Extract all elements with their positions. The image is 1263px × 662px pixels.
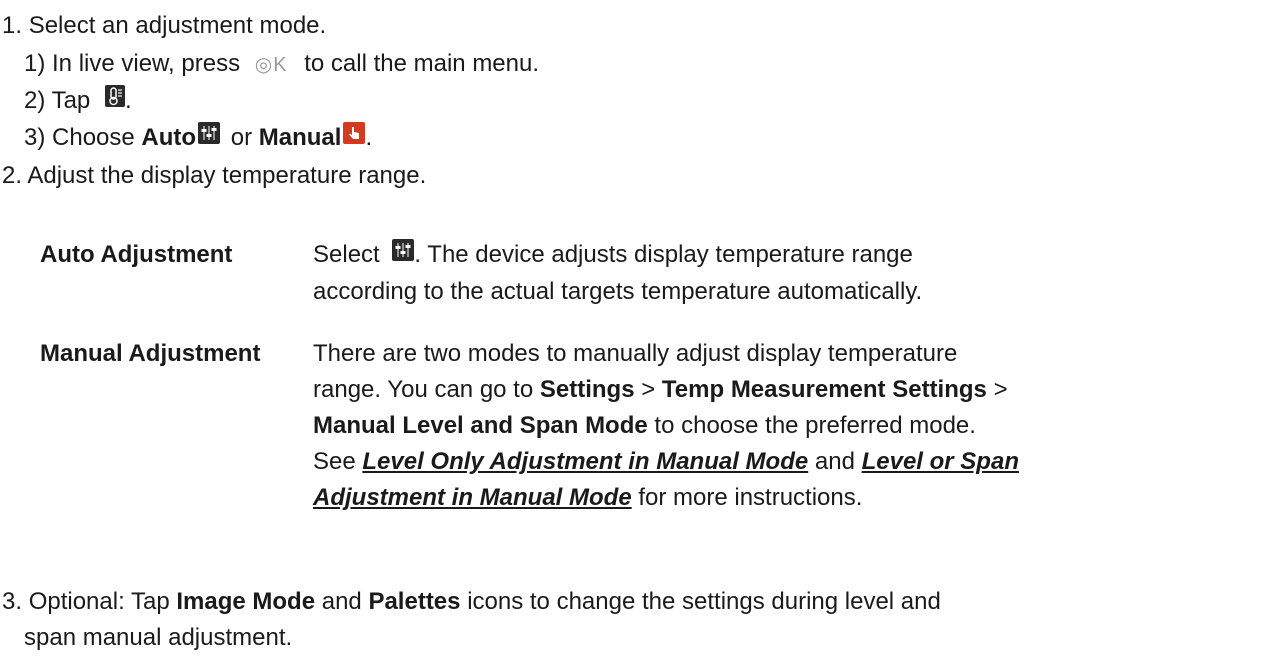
step-1-text: Select an adjustment mode. — [28, 12, 327, 39]
step-1-3: 3) Choose Auto or Manual . — [24, 120, 372, 157]
step-3-and: and — [321, 588, 362, 615]
step-1-1-suffix: to call the main menu. — [304, 50, 540, 77]
manual-adjust-icon — [343, 119, 366, 155]
step-1-number: 1. — [2, 12, 23, 39]
step-2-text: Adjust the display temperature range. — [27, 162, 427, 189]
step-3-continuation: span manual adjustment. — [24, 624, 293, 651]
palettes-ref: Palettes — [368, 588, 461, 615]
manual-label: Manual — [258, 124, 342, 151]
level-or-span-adjustment-link[interactable]: Level or Span — [862, 448, 1019, 475]
manual-desc-line-5: Adjustment in Manual Mode for more instr… — [313, 480, 1243, 516]
step-3-number: 3. — [2, 588, 23, 615]
step-3-text-b: icons to change the settings during leve… — [467, 588, 941, 615]
step-1: 1. Select an adjustment mode. — [2, 8, 326, 44]
breadcrumb-separator: > — [993, 376, 1008, 403]
manual-desc-line-2: range. You can go to Settings > Temp Mea… — [313, 372, 1243, 408]
auto-label: Auto — [141, 124, 197, 151]
auto-adjustment-label: Auto Adjustment — [40, 241, 233, 268]
auto-select-text: Select — [313, 241, 380, 268]
level-or-span-adjustment-link-cont[interactable]: Adjustment in Manual Mode — [313, 484, 632, 511]
manual-desc-text-5b: for more instructions. — [638, 484, 863, 511]
temperature-icon — [104, 82, 125, 118]
ok-button-icon: ◎K — [254, 54, 288, 76]
level-only-adjustment-link[interactable]: Level Only Adjustment in Manual Mode — [362, 448, 808, 475]
and-text: and — [814, 448, 855, 475]
step-1-2-suffix: . — [124, 87, 132, 114]
step-1-1-prefix: 1) In live view, press — [24, 50, 241, 77]
step-3: 3. Optional: Tap Image Mode and Palettes… — [2, 584, 941, 620]
manual-desc-text-3b: to choose the preferred mode. — [654, 412, 976, 439]
step-3-text-a: Optional: Tap — [28, 588, 170, 615]
image-mode-ref: Image Mode — [176, 588, 316, 615]
step-1-3-suffix: . — [365, 124, 373, 151]
auto-adjust-icon — [198, 119, 221, 155]
auto-adjust-icon — [392, 236, 415, 272]
auto-desc-text-1: . The device adjusts display temperature… — [414, 241, 913, 268]
step-1-2: 2) Tap . — [24, 83, 132, 120]
manual-adjustment-label: Manual Adjustment — [40, 340, 261, 367]
manual-desc-line-4: See Level Only Adjustment in Manual Mode… — [313, 444, 1243, 480]
breadcrumb-separator: > — [641, 376, 656, 403]
step-1-3-prefix: 3) Choose — [24, 124, 135, 151]
settings-menu-ref: Settings — [539, 376, 635, 403]
step-2: 2. Adjust the display temperature range. — [2, 158, 426, 194]
manual-desc-line-1: There are two modes to manually adjust d… — [313, 340, 958, 367]
auto-desc-line-1: Select . The device adjusts display temp… — [313, 237, 1243, 274]
auto-adjustment-description: Select . The device adjusts display temp… — [313, 237, 1243, 310]
auto-desc-line-2: according to the actual targets temperat… — [313, 277, 923, 305]
step-1-1: 1) In live view, press ◎K to call the ma… — [24, 46, 539, 83]
temp-measurement-settings-ref: Temp Measurement Settings — [661, 376, 987, 403]
step-1-2-prefix: 2) Tap — [24, 87, 91, 114]
manual-adjustment-description: There are two modes to manually adjust d… — [313, 336, 1243, 516]
or-text: or — [230, 124, 253, 151]
see-text: See — [313, 448, 356, 475]
manual-desc-line-3: Manual Level and Span Mode to choose the… — [313, 408, 1243, 444]
step-2-number: 2. — [2, 162, 23, 189]
manual-desc-text-2a: range. You can go to — [313, 376, 534, 403]
manual-level-span-mode-ref: Manual Level and Span Mode — [313, 412, 648, 439]
